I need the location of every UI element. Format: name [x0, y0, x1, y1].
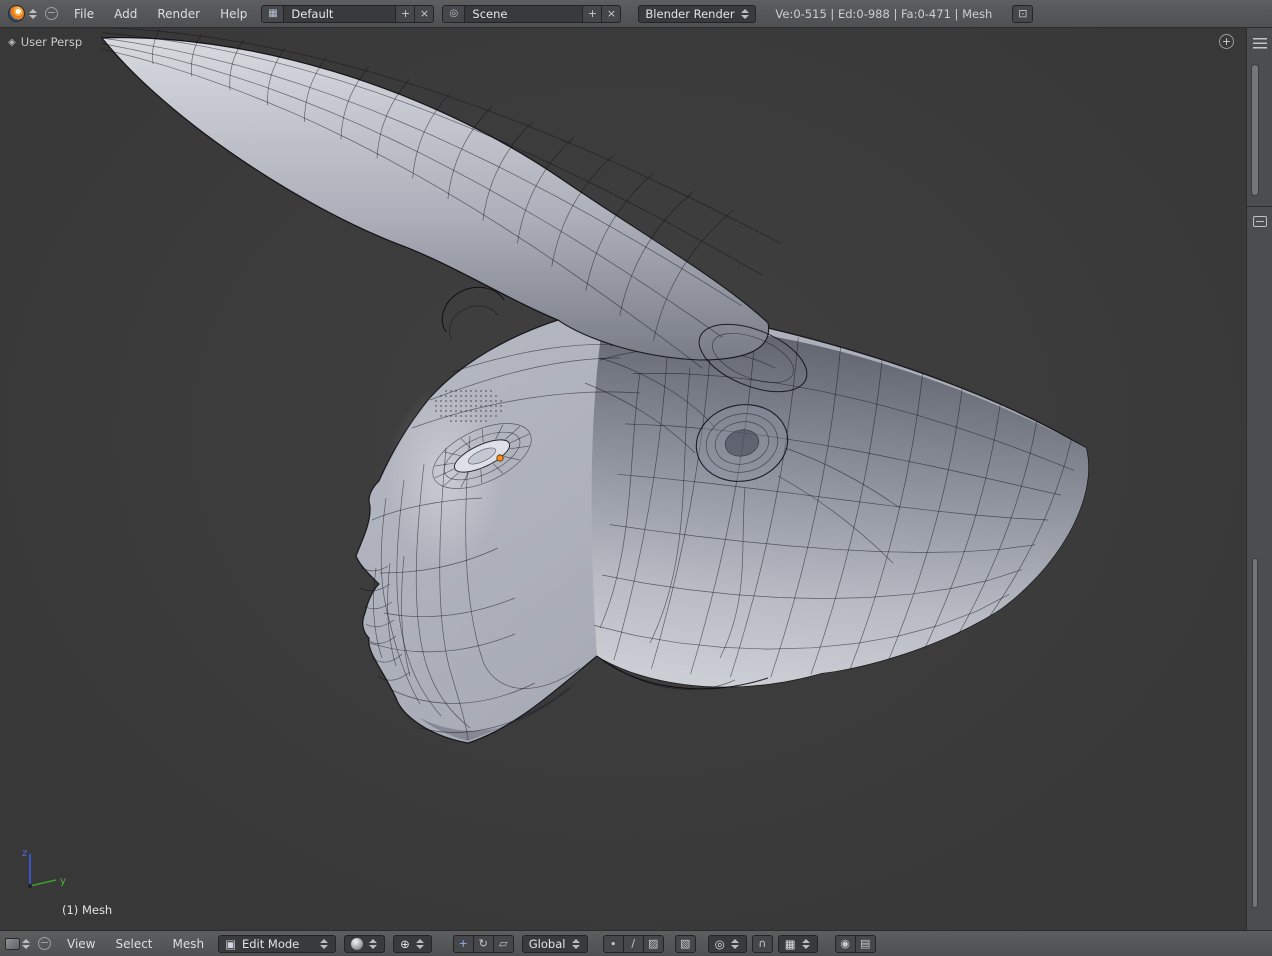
viewport-shading-select[interactable] — [344, 935, 385, 953]
orientation-value: Global — [529, 937, 566, 951]
proportional-edit-select[interactable]: ◎ — [708, 935, 747, 953]
mode-cube-icon: ▣ — [225, 937, 236, 951]
engine-arrows-icon — [741, 8, 750, 20]
remove-layout-button[interactable]: × — [415, 5, 434, 23]
add-scene-button[interactable]: + — [583, 5, 602, 23]
collapse-menus-icon[interactable] — [45, 7, 58, 20]
mode-arrows-icon — [320, 938, 329, 950]
opengl-render-group: ◉ ▤ — [835, 935, 876, 953]
viewport-3d[interactable]: ◈ User Persp + z y (1) Mesh — [0, 28, 1246, 930]
opengl-render-anim-icon[interactable]: ▤ — [855, 935, 876, 953]
screen-layout-field[interactable]: Default — [284, 5, 396, 23]
properties-scrollbar[interactable] — [1252, 558, 1258, 908]
viewport-view-label: ◈ User Persp — [8, 35, 82, 49]
manipulator-translate-icon[interactable]: + — [453, 935, 474, 953]
shading-arrows-icon — [369, 938, 378, 950]
axis-y-label: y — [60, 876, 66, 887]
mode-select[interactable]: ▣ Edit Mode — [218, 935, 336, 953]
occlude-geometry-icon[interactable]: ▧ — [675, 935, 696, 953]
screen-datablock-icon[interactable]: ▦ — [261, 5, 284, 23]
menu-view[interactable]: View — [58, 934, 104, 954]
mode-value: Edit Mode — [242, 937, 299, 951]
scene-datablock-icon[interactable]: ◎ — [442, 5, 465, 23]
menu-mesh[interactable]: Mesh — [164, 934, 214, 954]
render-engine-value: Blender Render — [645, 7, 734, 21]
pivot-point-select[interactable]: ⊕ — [393, 935, 432, 953]
scene-field[interactable]: Scene — [465, 5, 583, 23]
snap-target-select[interactable]: ▦ — [778, 935, 818, 953]
vertex-select-mode-icon[interactable]: ∙ — [603, 935, 624, 953]
top-header: File Add Render Help ▦ Default + × ◎ Sce… — [0, 0, 1272, 28]
scene-stats: Ve:0-515 | Ed:0-988 | Fa:0-471 | Mesh — [775, 7, 992, 21]
view-name: User Persp — [21, 35, 83, 49]
info-editor-icon[interactable] — [8, 5, 25, 22]
menu-help[interactable]: Help — [211, 4, 256, 24]
axis-gizmo: z y — [14, 840, 72, 898]
editor-type-arrows-icon[interactable] — [22, 938, 31, 950]
shading-sphere-icon — [351, 938, 363, 950]
face-select-mode-icon[interactable]: ▨ — [643, 935, 664, 953]
view-badge-icon: ◈ — [8, 37, 16, 48]
menu-file[interactable]: File — [65, 4, 103, 24]
right-editor-rail — [1246, 28, 1272, 930]
outliner-scrollbar[interactable] — [1251, 64, 1259, 196]
snap-magnet-icon[interactable]: ∩ — [752, 935, 773, 953]
collapse-menus-icon[interactable] — [38, 937, 51, 950]
active-object-label: (1) Mesh — [62, 903, 112, 917]
scene-selector: ◎ Scene + × — [442, 5, 621, 23]
snap-arrows-icon — [802, 938, 811, 950]
viewport-header: View Select Mesh ▣ Edit Mode ⊕ + ↻ ▱ Glo… — [0, 930, 1272, 956]
editor-type-arrows-icon[interactable] — [29, 8, 38, 20]
properties-editor-icon[interactable] — [1253, 216, 1267, 227]
new-window-icon[interactable]: ⊡ — [1012, 5, 1033, 23]
snap-target-icon: ▦ — [785, 937, 796, 951]
remove-scene-button[interactable]: × — [602, 5, 621, 23]
proportional-edit-icon: ◎ — [715, 937, 725, 951]
render-engine-select[interactable]: Blender Render — [638, 5, 756, 23]
edge-select-mode-icon[interactable]: / — [623, 935, 644, 953]
manipulator-scale-icon[interactable]: ▱ — [493, 935, 514, 953]
manipulator-group: + ↻ ▱ — [453, 935, 514, 953]
outliner-editor-icon[interactable] — [1253, 38, 1267, 49]
pivot-arrows-icon — [416, 938, 425, 950]
menu-select[interactable]: Select — [106, 934, 161, 954]
orientation-arrows-icon — [572, 938, 581, 950]
proportional-arrows-icon — [731, 938, 740, 950]
transform-orientation-select[interactable]: Global — [522, 935, 588, 953]
manipulator-rotate-icon[interactable]: ↻ — [473, 935, 494, 953]
select-mode-group: ∙ / ▨ — [603, 935, 664, 953]
menu-render[interactable]: Render — [148, 4, 209, 24]
add-layout-button[interactable]: + — [396, 5, 415, 23]
axis-z-label: z — [22, 848, 27, 859]
open-properties-shelf-icon[interactable]: + — [1219, 34, 1234, 49]
opengl-render-icon[interactable]: ◉ — [835, 935, 856, 953]
mesh-model-canvas[interactable] — [0, 28, 1246, 930]
screen-layout-selector: ▦ Default + × — [261, 5, 434, 23]
menu-add[interactable]: Add — [105, 4, 146, 24]
pivot-icon: ⊕ — [400, 937, 410, 951]
editor-type-3dview-icon[interactable] — [5, 938, 20, 950]
